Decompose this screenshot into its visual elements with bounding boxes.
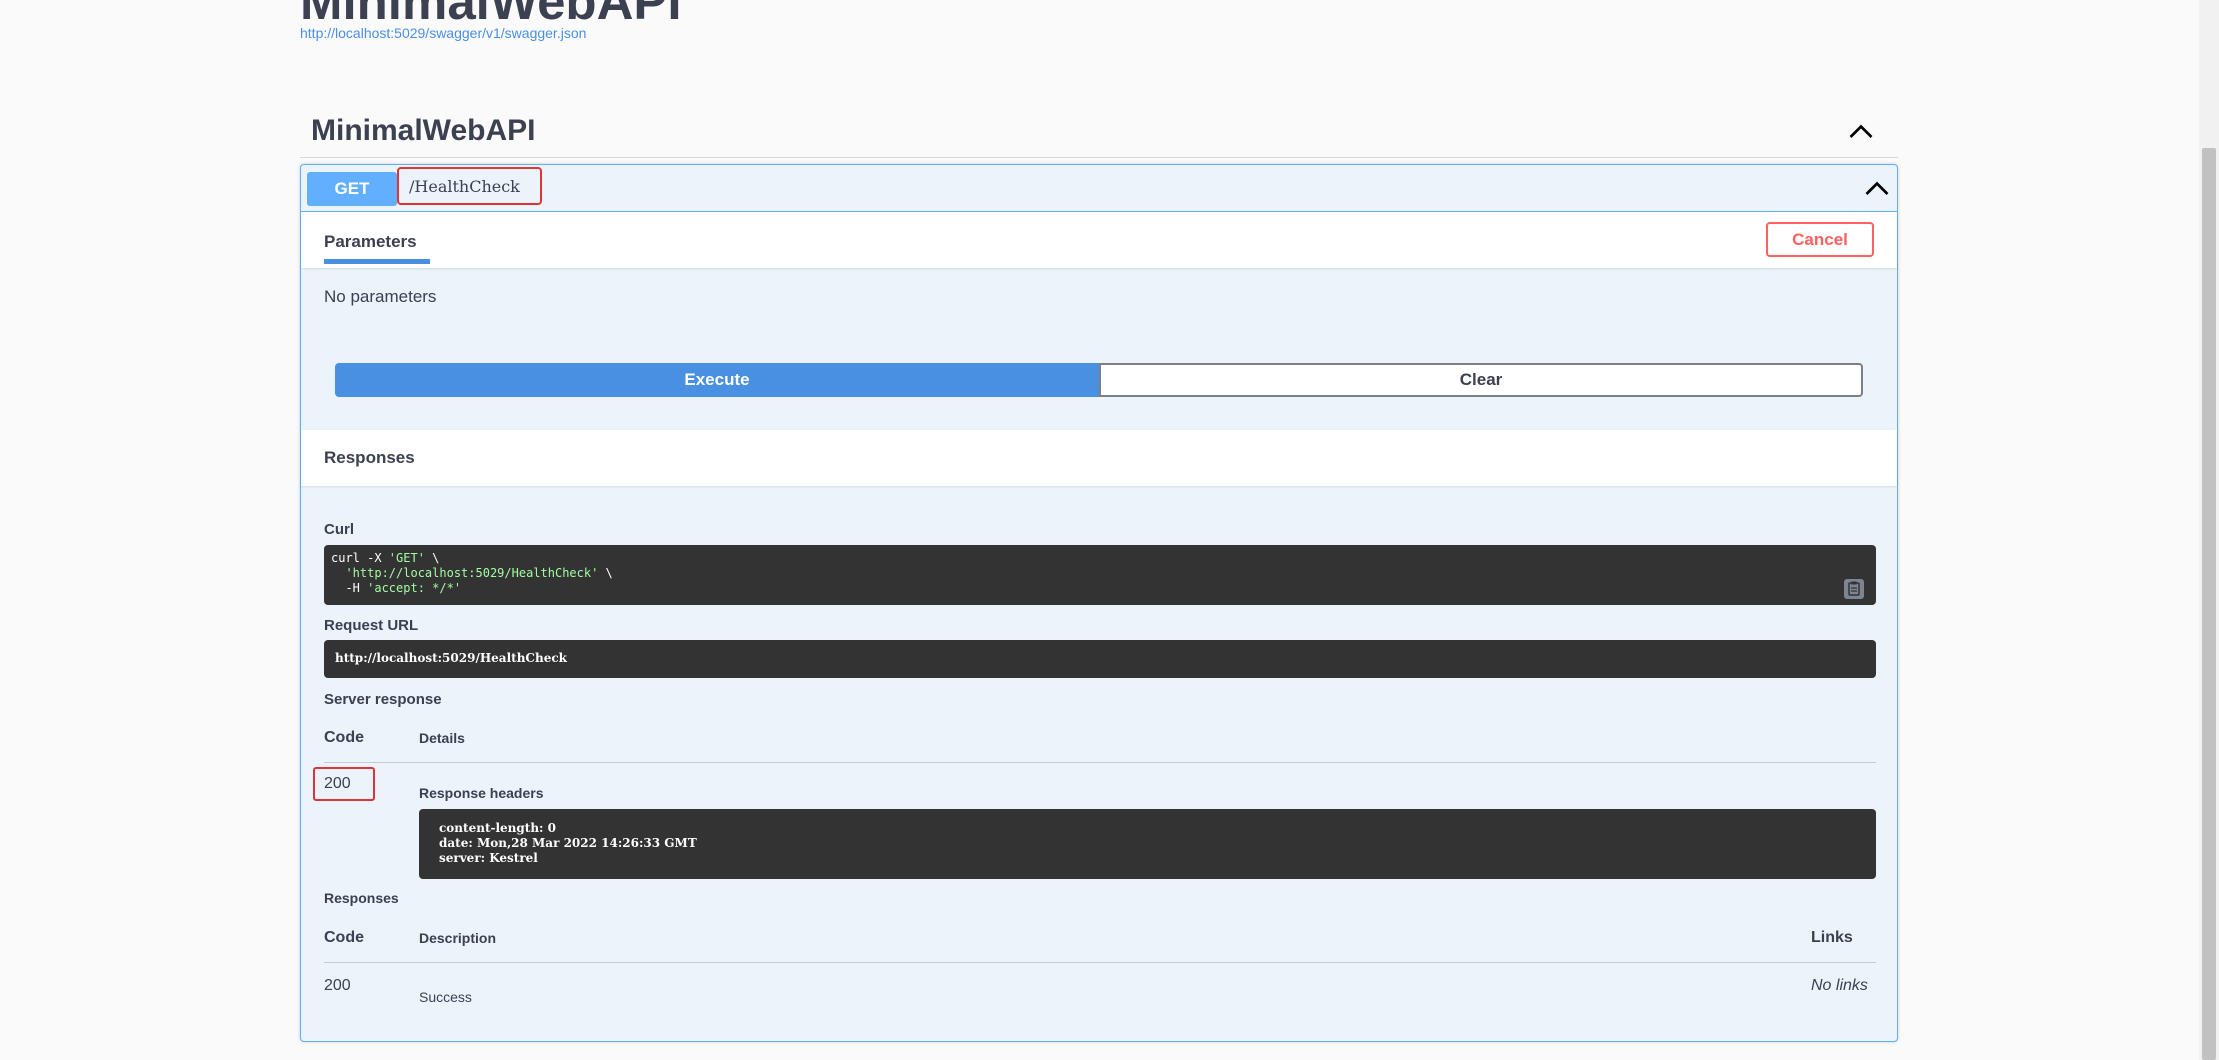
response-code: 200 <box>324 977 351 994</box>
code-column-header: Code <box>324 729 364 746</box>
clear-button[interactable]: Clear <box>1099 363 1863 397</box>
responses-list-title: Responses <box>324 890 399 906</box>
chevron-up-icon[interactable] <box>1862 173 1892 203</box>
curl-line1-str: 'GET' <box>388 551 425 565</box>
curl-line2-tail: \ <box>598 566 613 580</box>
response-headers-block[interactable]: content-length: 0 date: Mon,28 Mar 2022 … <box>419 809 1876 879</box>
tab-parameters[interactable]: Parameters <box>324 224 430 264</box>
curl-line3-str: 'accept: */*' <box>367 581 462 595</box>
request-url-label: Request URL <box>324 617 419 634</box>
cancel-button[interactable]: Cancel <box>1766 222 1874 257</box>
curl-line2-str: 'http://localhost:5029/HealthCheck' <box>331 566 599 580</box>
execute-wrapper: Execute Clear <box>335 363 1863 397</box>
tag-title: MinimalWebAPI <box>311 114 536 147</box>
curl-code-block[interactable]: curl -X 'GET' \ 'http://localhost:5029/H… <box>324 545 1876 605</box>
spec-url-link[interactable]: http://localhost:5029/swagger/v1/swagger… <box>300 25 586 41</box>
no-parameters-text: No parameters <box>324 287 437 306</box>
responses-code-header: Code <box>324 929 364 946</box>
details-column-header: Details <box>419 730 465 746</box>
operation-block-get-healthcheck: GET /HealthCheck Parameters Cancel No pa… <box>300 164 1898 1042</box>
operation-summary[interactable]: GET /HealthCheck <box>301 165 1897 212</box>
page-title: MinimalWebAPI <box>300 0 682 30</box>
parameters-header: Parameters Cancel <box>301 212 1897 268</box>
table-divider <box>324 962 1876 963</box>
method-badge: GET <box>307 172 397 206</box>
responses-header: Responses <box>301 430 1897 486</box>
curl-label: Curl <box>324 521 354 538</box>
curl-line3-cmd: -H <box>331 581 368 595</box>
response-status-code: 200 <box>313 767 375 801</box>
response-description: Success <box>419 989 472 1005</box>
response-links: No links <box>1811 977 1868 994</box>
table-divider <box>324 762 1876 763</box>
copy-to-clipboard-icon[interactable] <box>1844 579 1864 599</box>
request-url-block[interactable]: http://localhost:5029/HealthCheck <box>324 640 1876 678</box>
chevron-up-icon[interactable] <box>1846 116 1876 146</box>
curl-line1-cmd: curl -X <box>331 551 389 565</box>
execute-button[interactable]: Execute <box>335 363 1099 397</box>
page-scrollbar[interactable] <box>2199 0 2219 1060</box>
responses-title: Responses <box>324 448 415 467</box>
responses-links-header: Links <box>1811 929 1853 946</box>
response-headers-label: Response headers <box>419 785 544 801</box>
responses-description-header: Description <box>419 930 497 946</box>
server-response-label: Server response <box>324 691 442 708</box>
endpoint-path: /HealthCheck <box>397 167 542 205</box>
tag-section-header[interactable]: MinimalWebAPI <box>300 104 1898 158</box>
curl-line1-tail: \ <box>424 551 440 565</box>
